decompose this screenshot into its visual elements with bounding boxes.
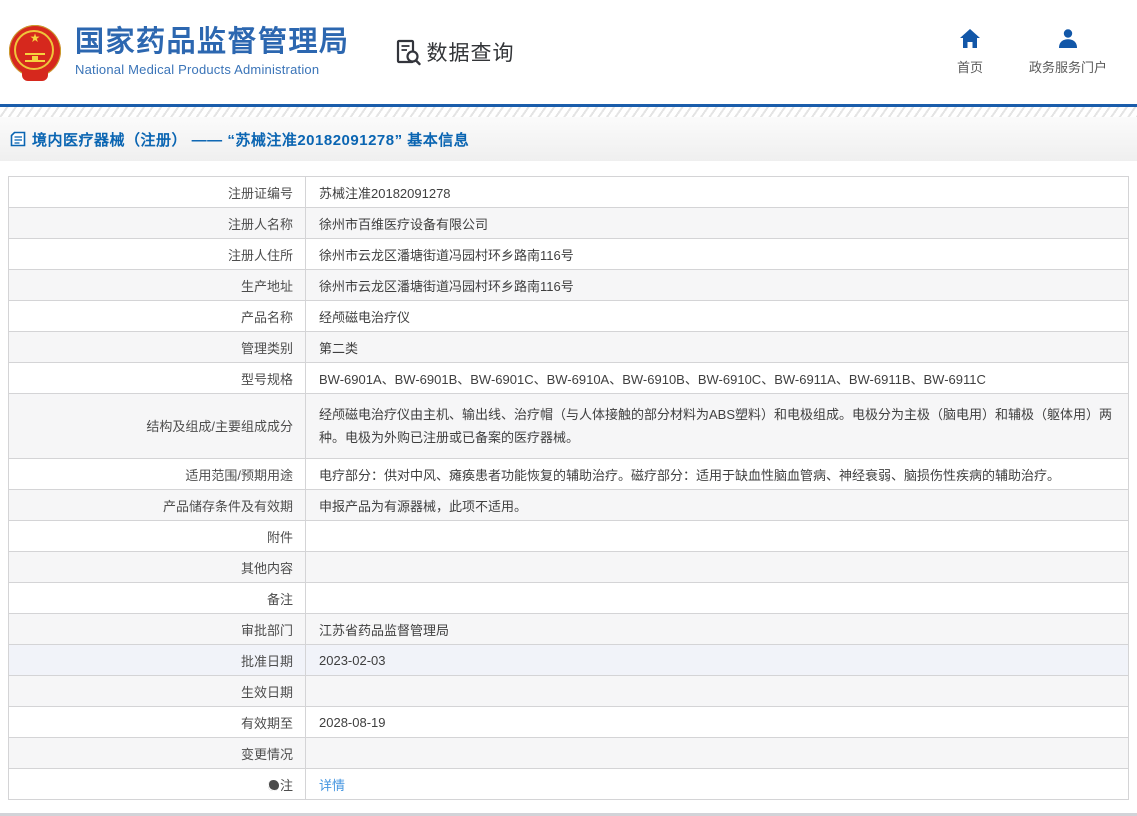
table-row: 产品名称 经颅磁电治疗仪 [8, 300, 1129, 332]
table-row: 附件 [8, 520, 1129, 552]
row-label: 管理类别 [8, 331, 306, 363]
table-row: 适用范围/预期用途 电疗部分：供对中风、瘫痪患者功能恢复的辅助治疗。磁疗部分：适用… [8, 458, 1129, 490]
row-label: 结构及组成/主要组成成分 [8, 393, 306, 459]
row-label: 附件 [8, 520, 306, 552]
row-label: 备注 [8, 582, 306, 614]
table-row: 批准日期 2023-02-03 [8, 644, 1129, 676]
row-label: 型号规格 [8, 362, 306, 394]
detail-link[interactable]: 详情 [319, 778, 345, 793]
table-row: 有效期至 2028-08-19 [8, 706, 1129, 738]
table-row: 变更情况 [8, 737, 1129, 769]
row-label: 生效日期 [8, 675, 306, 707]
row-label: 注册证编号 [8, 176, 306, 208]
row-label: 产品储存条件及有效期 [8, 489, 306, 521]
row-value [305, 737, 1129, 769]
registration-info-table: 注册证编号 苏械注准20182091278 注册人名称 徐州市百维医疗设备有限公司 注册… [8, 176, 1129, 800]
table-row: 注详情 [8, 768, 1129, 800]
site-subtitle: National Medical Products Administration [75, 61, 320, 77]
national-emblem-logo: ★ [8, 23, 62, 81]
note-dot-icon [267, 779, 279, 791]
row-value: 详情 [305, 768, 1129, 800]
row-value: 电疗部分：供对中风、瘫痪患者功能恢复的辅助治疗。磁疗部分：适用于缺血性脑血管病、… [305, 458, 1129, 490]
row-label: 注 [8, 768, 306, 800]
table-row: 其他内容 [8, 551, 1129, 583]
row-value: 江苏省药品监督管理局 [305, 613, 1129, 645]
table-row: 生产地址 徐州市云龙区潘塘街道冯园村环乡路南116号 [8, 269, 1129, 301]
row-value: 苏械注准20182091278 [305, 176, 1129, 208]
row-label: 适用范围/预期用途 [8, 458, 306, 490]
row-value: 2023-02-03 [305, 644, 1129, 676]
row-value: 徐州市云龙区潘塘街道冯园村环乡路南116号 [305, 269, 1129, 301]
table-row: 管理类别 第二类 [8, 331, 1129, 363]
row-value: 第二类 [305, 331, 1129, 363]
data-query-label: 数据查询 [426, 42, 515, 65]
table-row: 注册证编号 苏械注准20182091278 [8, 176, 1129, 208]
table-row: 注册人名称 徐州市百维医疗设备有限公司 [8, 207, 1129, 239]
nav-item-home[interactable]: 首页 [957, 28, 983, 76]
emblem-ribbon [22, 71, 48, 81]
nav-item-gov-portal[interactable]: 政务服务门户 [1029, 28, 1107, 76]
emblem-gate-icon [25, 53, 45, 62]
brand-block: 国家药品监督管理局 National Medical Products Admi… [75, 26, 350, 77]
row-label: 审批部门 [8, 613, 306, 645]
document-icon [10, 131, 26, 147]
row-value [305, 520, 1129, 552]
row-value: 徐州市云龙区潘塘街道冯园村环乡路南116号 [305, 238, 1129, 270]
info-table-body: 注册证编号 苏械注准20182091278 注册人名称 徐州市百维医疗设备有限公司 注册… [8, 176, 1129, 800]
nav-gov-portal-label: 政务服务门户 [1028, 60, 1107, 75]
site-header: ★ 国家药品监督管理局 National Medical Products Ad… [0, 0, 1137, 104]
table-row: 产品储存条件及有效期 申报产品为有源器械，此项不适用。 [8, 489, 1129, 521]
home-icon [959, 28, 981, 50]
data-query-tab[interactable]: 数据查询 [394, 37, 515, 67]
row-value: 申报产品为有源器械，此项不适用。 [305, 489, 1129, 521]
row-label: 产品名称 [8, 300, 306, 332]
emblem-stars-icon: ★ [29, 31, 41, 45]
user-icon [1057, 28, 1079, 50]
row-label: 其他内容 [8, 551, 306, 583]
table-row: 审批部门 江苏省药品监督管理局 [8, 613, 1129, 645]
row-label: 有效期至 [8, 706, 306, 738]
row-label: 注册人名称 [8, 207, 306, 239]
table-row: 生效日期 [8, 675, 1129, 707]
row-label: 变更情况 [8, 737, 306, 769]
row-label: 生产地址 [8, 269, 306, 301]
page-title: 境内医疗器械（注册） —— “苏械注准20182091278” 基本信息 [32, 131, 470, 149]
breadcrumb-bar: 境内医疗器械（注册） —— “苏械注准20182091278” 基本信息 [0, 117, 1137, 161]
table-row: 型号规格 BW-6901A、BW-6901B、BW-6901C、BW-6910A、… [8, 362, 1129, 394]
row-value [305, 675, 1129, 707]
site-title: 国家药品监督管理局 [75, 26, 350, 59]
row-value [305, 582, 1129, 614]
table-row: 注册人住所 徐州市云龙区潘塘街道冯园村环乡路南116号 [8, 238, 1129, 270]
table-row: 备注 [8, 582, 1129, 614]
row-value: 经颅磁电治疗仪 [305, 300, 1129, 332]
hatch-stripe-band [0, 107, 1137, 117]
row-value: 经颅磁电治疗仪由主机、输出线、治疗帽（与人体接触的部分材料为ABS塑料）和电极组… [305, 393, 1129, 459]
table-row: 结构及组成/主要组成成分 经颅磁电治疗仪由主机、输出线、治疗帽（与人体接触的部分材… [8, 393, 1129, 459]
top-navigation: 首页 政务服务门户 [957, 28, 1107, 76]
row-value: 徐州市百维医疗设备有限公司 [305, 207, 1129, 239]
row-label: 注册人住所 [8, 238, 306, 270]
document-search-icon [394, 38, 422, 66]
row-value: BW-6901A、BW-6901B、BW-6901C、BW-6910A、BW-6… [305, 362, 1129, 394]
row-value [305, 551, 1129, 583]
nav-home-label: 首页 [956, 60, 983, 75]
main-content: 注册证编号 苏械注准20182091278 注册人名称 徐州市百维医疗设备有限公司 注册… [0, 161, 1137, 800]
row-label: 批准日期 [8, 644, 306, 676]
row-value: 2028-08-19 [305, 706, 1129, 738]
